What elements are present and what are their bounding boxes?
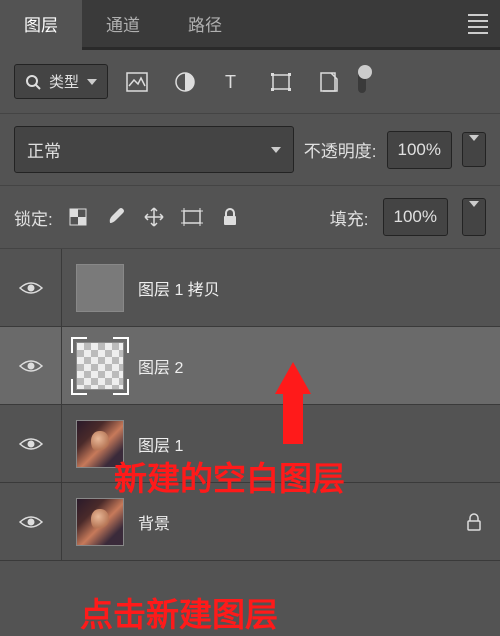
layer-name[interactable]: 图层 1 拷贝 (138, 276, 220, 300)
eye-icon (19, 358, 43, 374)
eye-icon (19, 280, 43, 296)
eye-icon (19, 514, 43, 530)
filter-type-dropdown[interactable]: 类型 (14, 64, 108, 99)
lock-row: 锁定: 填充: 100% (0, 186, 500, 249)
layer-row[interactable]: 图层 1 拷贝 (0, 249, 500, 327)
lock-icon[interactable] (466, 512, 482, 532)
blend-row: 正常 不透明度: 100% (0, 114, 500, 186)
layer-name[interactable]: 背景 (138, 510, 170, 534)
chevron-down-icon (469, 201, 479, 226)
filter-toggle[interactable] (358, 71, 366, 93)
tab-channels[interactable]: 通道 (82, 0, 164, 50)
toggle-knob (358, 65, 372, 79)
lock-artboard-icon[interactable] (181, 206, 203, 228)
panel-menu-icon[interactable] (468, 14, 488, 34)
layer-thumbnail[interactable] (76, 498, 124, 546)
fill-value[interactable]: 100% (383, 198, 448, 236)
opacity-chevron[interactable] (462, 132, 486, 167)
opacity-label: 不透明度: (304, 137, 377, 162)
lock-position-icon[interactable] (143, 206, 165, 228)
layer-thumbnail[interactable] (76, 264, 124, 312)
visibility-toggle[interactable] (0, 405, 62, 482)
layer-row[interactable]: 图层 2 (0, 327, 500, 405)
blend-mode-value: 正常 (27, 137, 61, 162)
annotation-arrow-icon (275, 362, 311, 394)
visibility-toggle[interactable] (0, 483, 62, 560)
fill-chevron[interactable] (462, 198, 486, 236)
lock-paint-icon[interactable] (105, 206, 127, 228)
layer-name[interactable]: 图层 2 (138, 354, 183, 378)
selection-marker (71, 337, 129, 395)
blend-mode-dropdown[interactable]: 正常 (14, 126, 294, 173)
lock-label: 锁定: (14, 205, 53, 230)
svg-text:T: T (225, 72, 236, 92)
lock-icon-group (67, 206, 241, 228)
filter-type-label: 类型 (49, 71, 79, 92)
visibility-toggle[interactable] (0, 249, 62, 326)
filter-type-layer-icon[interactable]: T (222, 71, 244, 93)
fill-label: 填充: (330, 205, 369, 230)
lock-transparency-icon[interactable] (67, 206, 89, 228)
annotation-text: 新建的空白图层 (114, 452, 345, 500)
filter-shape-icon[interactable] (270, 71, 292, 93)
search-icon (25, 74, 41, 90)
filter-smartobject-icon[interactable] (318, 71, 340, 93)
panel-tabs: 图层 通道 路径 (0, 0, 500, 50)
visibility-toggle[interactable] (0, 327, 62, 404)
chevron-down-icon (469, 135, 479, 158)
lock-all-icon[interactable] (219, 206, 241, 228)
chevron-down-icon (271, 147, 281, 153)
opacity-value[interactable]: 100% (387, 131, 452, 169)
layer-thumbnail[interactable] (76, 342, 124, 390)
layer-filter-row: 类型 T (0, 50, 500, 114)
annotation-arrow-stem (283, 392, 303, 444)
filter-pixel-icon[interactable] (126, 71, 148, 93)
layers-list: 图层 1 拷贝 图层 2 图层 1 背景 (0, 249, 500, 624)
tab-paths[interactable]: 路径 (164, 0, 246, 50)
chevron-down-icon (87, 79, 97, 85)
filter-adjustment-icon[interactable] (174, 71, 196, 93)
filter-icon-group: T (126, 71, 340, 93)
layers-panel: 图层 通道 路径 类型 T (0, 0, 500, 624)
eye-icon (19, 436, 43, 452)
annotation-text: 点击新建图层 (80, 588, 278, 636)
tab-layers[interactable]: 图层 (0, 0, 82, 53)
